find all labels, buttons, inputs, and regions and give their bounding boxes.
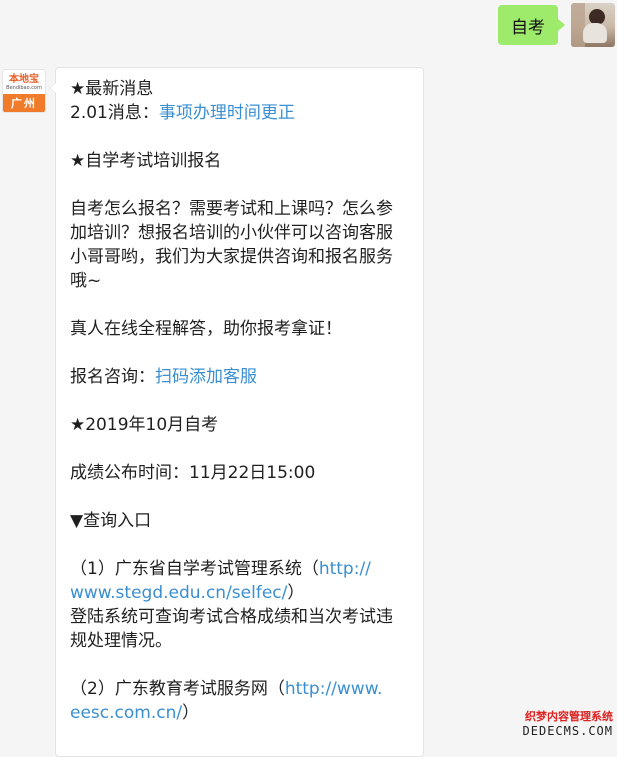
message-line-body: 真人在线全程解答，助你报考拿证！ — [70, 319, 342, 339]
link-eesc-site-url[interactable]: eesc.com.cn/ — [70, 703, 182, 723]
user-avatar[interactable] — [571, 3, 615, 47]
message-line-body: 哦~ — [70, 271, 102, 291]
message-line-training-heading: ★自学考试培训报名 — [70, 151, 222, 171]
message-line-body: 自考怎么报名？需要考试和上课吗？怎么参 — [70, 199, 393, 219]
message-line-body: 小哥哥哟，我们为大家提供咨询和报名服务 — [70, 247, 393, 267]
message-line-query-1-url: www.stegd.edu.cn/selfec/） — [70, 583, 305, 603]
link-add-customer-service[interactable]: 扫码添加客服 — [155, 367, 257, 387]
message-line-query-2-url: eesc.com.cn/） — [70, 703, 200, 723]
message-line-latest-news: ★最新消息 — [70, 79, 154, 99]
message-line-query-2: （2）广东教育考试服务网（http://www. — [70, 679, 383, 699]
message-line-exam-heading: ★2019年10月自考 — [70, 415, 219, 435]
message-line-body: 规处理情况。 — [70, 631, 172, 651]
message-line-result-time: 成绩公布时间：11月22日15:00 — [70, 463, 316, 483]
message-line-body: 加培训？想报名培训的小伙伴可以咨询客服 — [70, 223, 393, 243]
outgoing-message-text: 自考 — [511, 17, 545, 38]
message-line-query-1: （1）广东省自学考试管理系统（http:// — [70, 559, 371, 579]
message-line-query-heading: ▼查询入口 — [70, 511, 152, 531]
link-stegd-system-url[interactable]: www.stegd.edu.cn/selfec/ — [70, 583, 287, 603]
message-line-news-item: 2.01消息：事项办理时间更正 — [70, 103, 295, 123]
bendibao-logo: 本地宝 Bendibao.com — [6, 73, 42, 91]
link-stegd-system[interactable]: http:// — [319, 559, 371, 579]
message-line-body: 登陆系统可查询考试合格成绩和当次考试违 — [70, 607, 393, 627]
sender-avatar[interactable]: 本地宝 Bendibao.com 广州 — [2, 69, 46, 113]
avatar-city-label: 广州 — [3, 94, 45, 112]
link-schedule-update[interactable]: 事项办理时间更正 — [159, 103, 295, 123]
outgoing-message-bubble: 自考 — [498, 5, 565, 45]
watermark: 织梦内容管理系统 DEDECMS.COM — [522, 710, 613, 738]
link-eesc-site[interactable]: http://www. — [285, 679, 383, 699]
message-line-consult: 报名咨询：扫码添加客服 — [70, 367, 257, 387]
